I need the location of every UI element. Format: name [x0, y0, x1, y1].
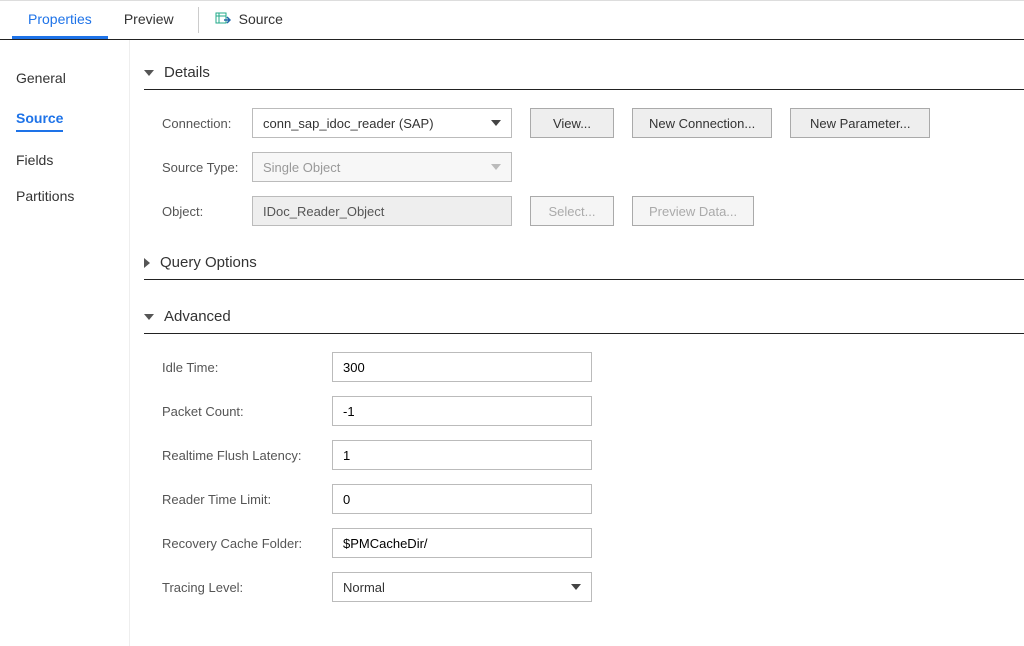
section-header-details[interactable]: Details [144, 60, 1024, 90]
view-button[interactable]: View... [530, 108, 614, 138]
tab-separator [198, 7, 199, 33]
collapse-icon [144, 258, 150, 268]
row-connection: Connection: conn_sap_idoc_reader (SAP) V… [144, 108, 1024, 138]
section-query-options: Query Options [144, 250, 1024, 280]
preview-data-button: Preview Data... [632, 196, 754, 226]
content-area: Details Connection: conn_sap_idoc_reader… [130, 40, 1024, 646]
sidebar-item-label: General [16, 70, 66, 86]
sidebar-item-label: Fields [16, 152, 53, 168]
sidebar-item-label: Source [16, 110, 63, 126]
section-header-advanced[interactable]: Advanced [144, 304, 1024, 334]
label-packet-count: Packet Count: [162, 404, 332, 419]
input-recovery-cache[interactable] [332, 528, 592, 558]
expand-icon [144, 70, 154, 76]
tab-properties-label: Properties [28, 11, 92, 27]
input-idle-time[interactable] [332, 352, 592, 382]
row-flush-latency: Realtime Flush Latency: [144, 440, 1024, 470]
label-idle-time: Idle Time: [162, 360, 332, 375]
select-button: Select... [530, 196, 614, 226]
row-packet-count: Packet Count: [144, 396, 1024, 426]
expand-icon [144, 314, 154, 320]
input-packet-count[interactable] [332, 396, 592, 426]
dropdown-tracing-level[interactable]: Normal [332, 572, 592, 602]
row-idle-time: Idle Time: [144, 352, 1024, 382]
sidebar-item-label: Partitions [16, 188, 74, 204]
top-tab-bar: Properties Preview Source [0, 0, 1024, 40]
tab-properties[interactable]: Properties [12, 1, 108, 39]
section-details: Details Connection: conn_sap_idoc_reader… [144, 60, 1024, 226]
tab-source-label: Source [239, 11, 283, 27]
tab-preview[interactable]: Preview [108, 1, 190, 39]
row-reader-time-limit: Reader Time Limit: [144, 484, 1024, 514]
label-source-type: Source Type: [162, 160, 252, 175]
label-tracing-level: Tracing Level: [162, 580, 332, 595]
new-parameter-button[interactable]: New Parameter... [790, 108, 930, 138]
field-object: IDoc_Reader_Object [252, 196, 512, 226]
tab-source[interactable]: Source [207, 1, 299, 39]
label-connection: Connection: [162, 116, 252, 131]
label-flush-latency: Realtime Flush Latency: [162, 448, 332, 463]
section-header-query-options[interactable]: Query Options [144, 250, 1024, 280]
dropdown-connection-value: conn_sap_idoc_reader (SAP) [263, 116, 434, 131]
dropdown-source-type: Single Object [252, 152, 512, 182]
input-flush-latency[interactable] [332, 440, 592, 470]
side-nav: General Source Fields Partitions [0, 40, 130, 646]
dropdown-connection[interactable]: conn_sap_idoc_reader (SAP) [252, 108, 512, 138]
new-connection-button[interactable]: New Connection... [632, 108, 772, 138]
row-recovery-cache: Recovery Cache Folder: [144, 528, 1024, 558]
section-title: Query Options [160, 254, 257, 271]
chevron-down-icon [571, 584, 581, 590]
sidebar-item-fields[interactable]: Fields [16, 142, 129, 178]
input-reader-time-limit[interactable] [332, 484, 592, 514]
dropdown-source-type-value: Single Object [263, 160, 340, 175]
sidebar-item-source[interactable]: Source [16, 106, 63, 132]
field-object-value: IDoc_Reader_Object [263, 204, 384, 219]
label-recovery-cache: Recovery Cache Folder: [162, 536, 332, 551]
row-object: Object: IDoc_Reader_Object Select... Pre… [144, 196, 1024, 226]
section-advanced: Advanced Idle Time: Packet Count: Realti… [144, 304, 1024, 602]
section-body-details: Connection: conn_sap_idoc_reader (SAP) V… [144, 108, 1024, 226]
dropdown-tracing-level-value: Normal [343, 580, 385, 595]
label-reader-time-limit: Reader Time Limit: [162, 492, 332, 507]
section-title: Advanced [164, 308, 231, 325]
section-body-advanced: Idle Time: Packet Count: Realtime Flush … [144, 352, 1024, 602]
chevron-down-icon [491, 164, 501, 170]
tab-preview-label: Preview [124, 11, 174, 27]
chevron-down-icon [491, 120, 501, 126]
row-tracing-level: Tracing Level: Normal [144, 572, 1024, 602]
section-title: Details [164, 64, 210, 81]
sidebar-item-general[interactable]: General [16, 60, 129, 96]
row-source-type: Source Type: Single Object [144, 152, 1024, 182]
label-object: Object: [162, 204, 252, 219]
source-icon [215, 11, 231, 27]
sidebar-item-partitions[interactable]: Partitions [16, 178, 129, 214]
